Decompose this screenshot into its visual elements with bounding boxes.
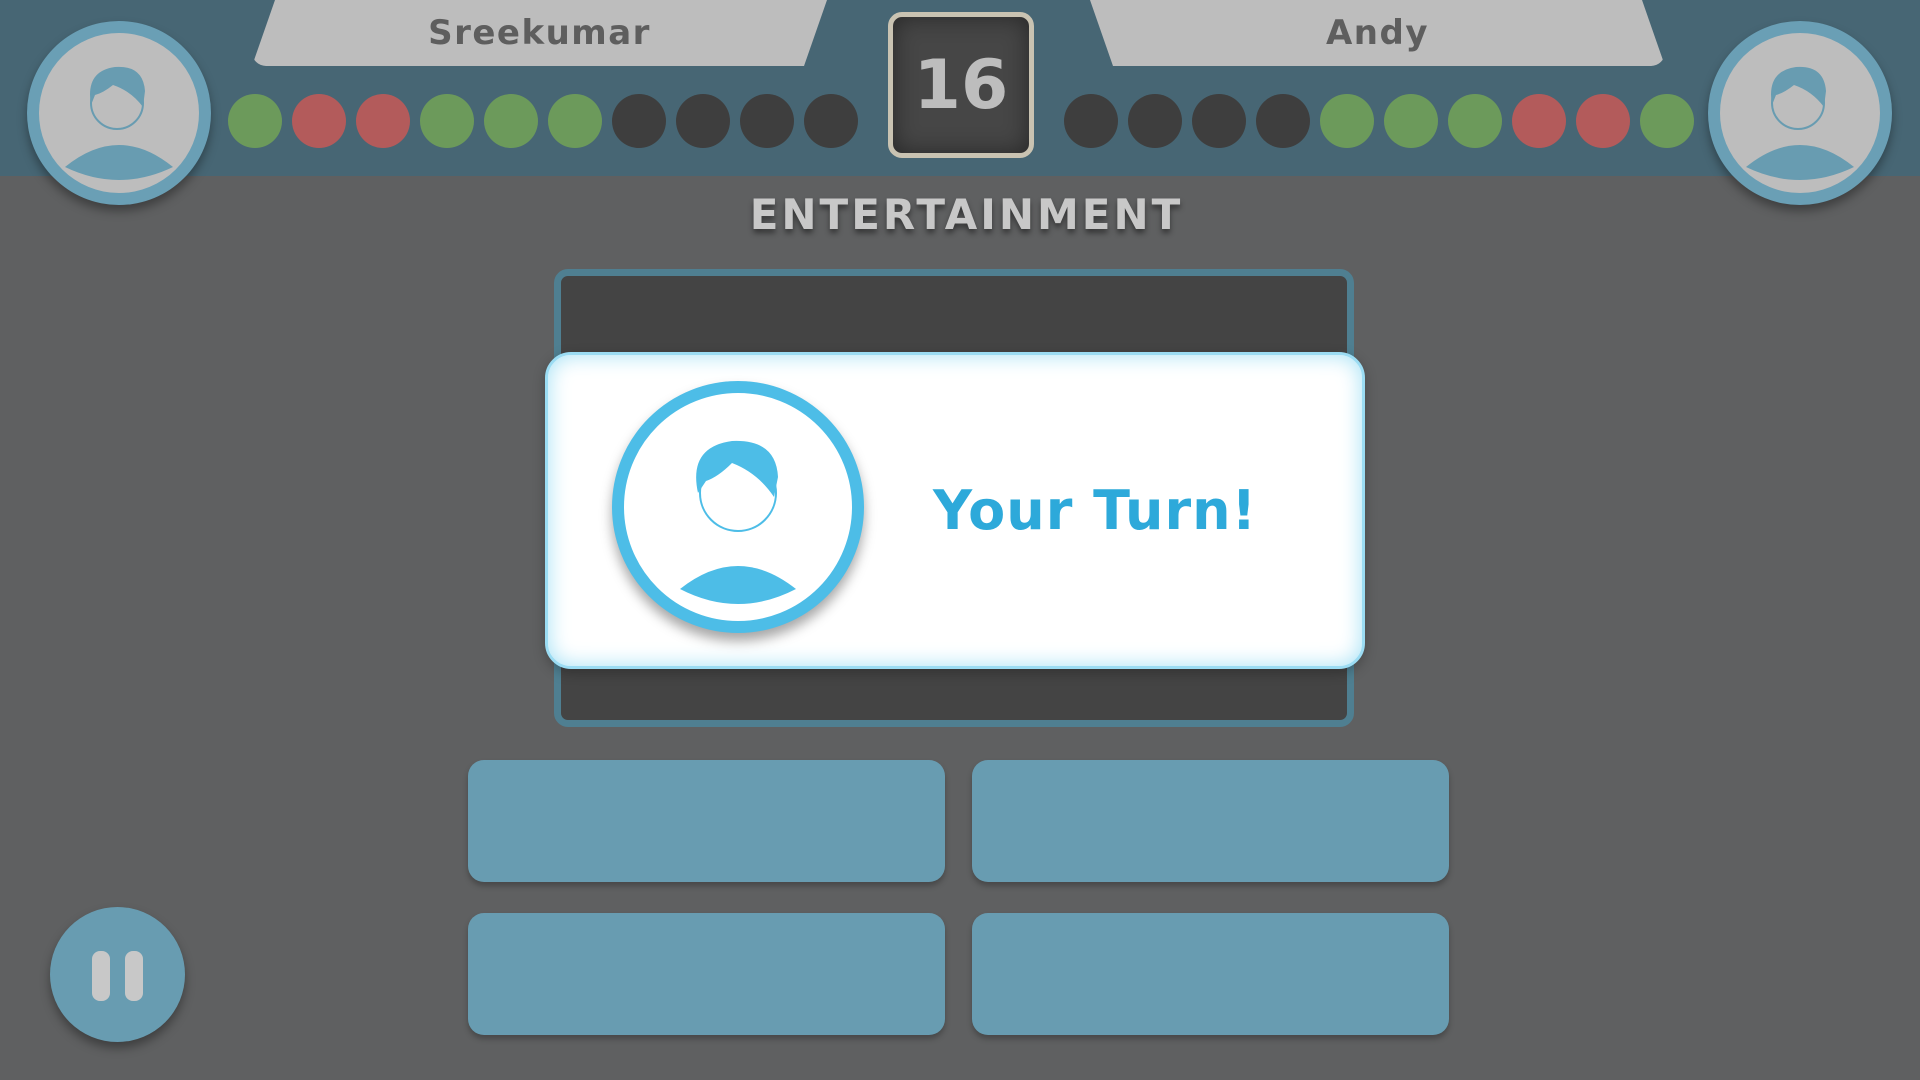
user-avatar-icon bbox=[680, 440, 796, 604]
round-result-pending bbox=[1192, 94, 1246, 148]
current-player-avatar bbox=[612, 381, 864, 633]
player-right-avatar bbox=[1708, 21, 1892, 205]
round-result-wrong bbox=[1576, 94, 1630, 148]
round-result-correct bbox=[420, 94, 474, 148]
round-result-pending bbox=[1064, 94, 1118, 148]
round-result-pending bbox=[1128, 94, 1182, 148]
round-result-correct bbox=[548, 94, 602, 148]
round-result-correct bbox=[484, 94, 538, 148]
user-avatar-icon bbox=[1746, 66, 1854, 180]
round-result-pending bbox=[612, 94, 666, 148]
round-result-correct bbox=[1384, 94, 1438, 148]
round-result-wrong bbox=[292, 94, 346, 148]
answer-option-2[interactable] bbox=[972, 760, 1449, 882]
countdown-timer: 16 bbox=[888, 12, 1034, 158]
answer-option-4[interactable] bbox=[972, 913, 1449, 1035]
round-result-pending bbox=[740, 94, 794, 148]
player-right-progress bbox=[1064, 94, 1694, 148]
your-turn-popup: Your Turn! bbox=[545, 352, 1365, 669]
round-result-correct bbox=[1448, 94, 1502, 148]
round-result-correct bbox=[1320, 94, 1374, 148]
player-left-progress bbox=[228, 94, 858, 148]
round-result-pending bbox=[804, 94, 858, 148]
round-result-correct bbox=[1640, 94, 1694, 148]
answer-option-1[interactable] bbox=[468, 760, 945, 882]
round-result-correct bbox=[228, 94, 282, 148]
round-result-wrong bbox=[1512, 94, 1566, 148]
round-result-pending bbox=[1256, 94, 1310, 148]
player-left-name: Sreekumar bbox=[252, 0, 827, 66]
round-result-pending bbox=[676, 94, 730, 148]
user-avatar-icon bbox=[65, 66, 173, 180]
category-title: ENTERTAINMENT bbox=[749, 190, 1184, 239]
player-right-name: Andy bbox=[1090, 0, 1665, 66]
your-turn-label: Your Turn! bbox=[933, 479, 1258, 542]
pause-button[interactable] bbox=[50, 907, 185, 1042]
round-result-wrong bbox=[356, 94, 410, 148]
answer-option-3[interactable] bbox=[468, 913, 945, 1035]
player-left-avatar bbox=[27, 21, 211, 205]
